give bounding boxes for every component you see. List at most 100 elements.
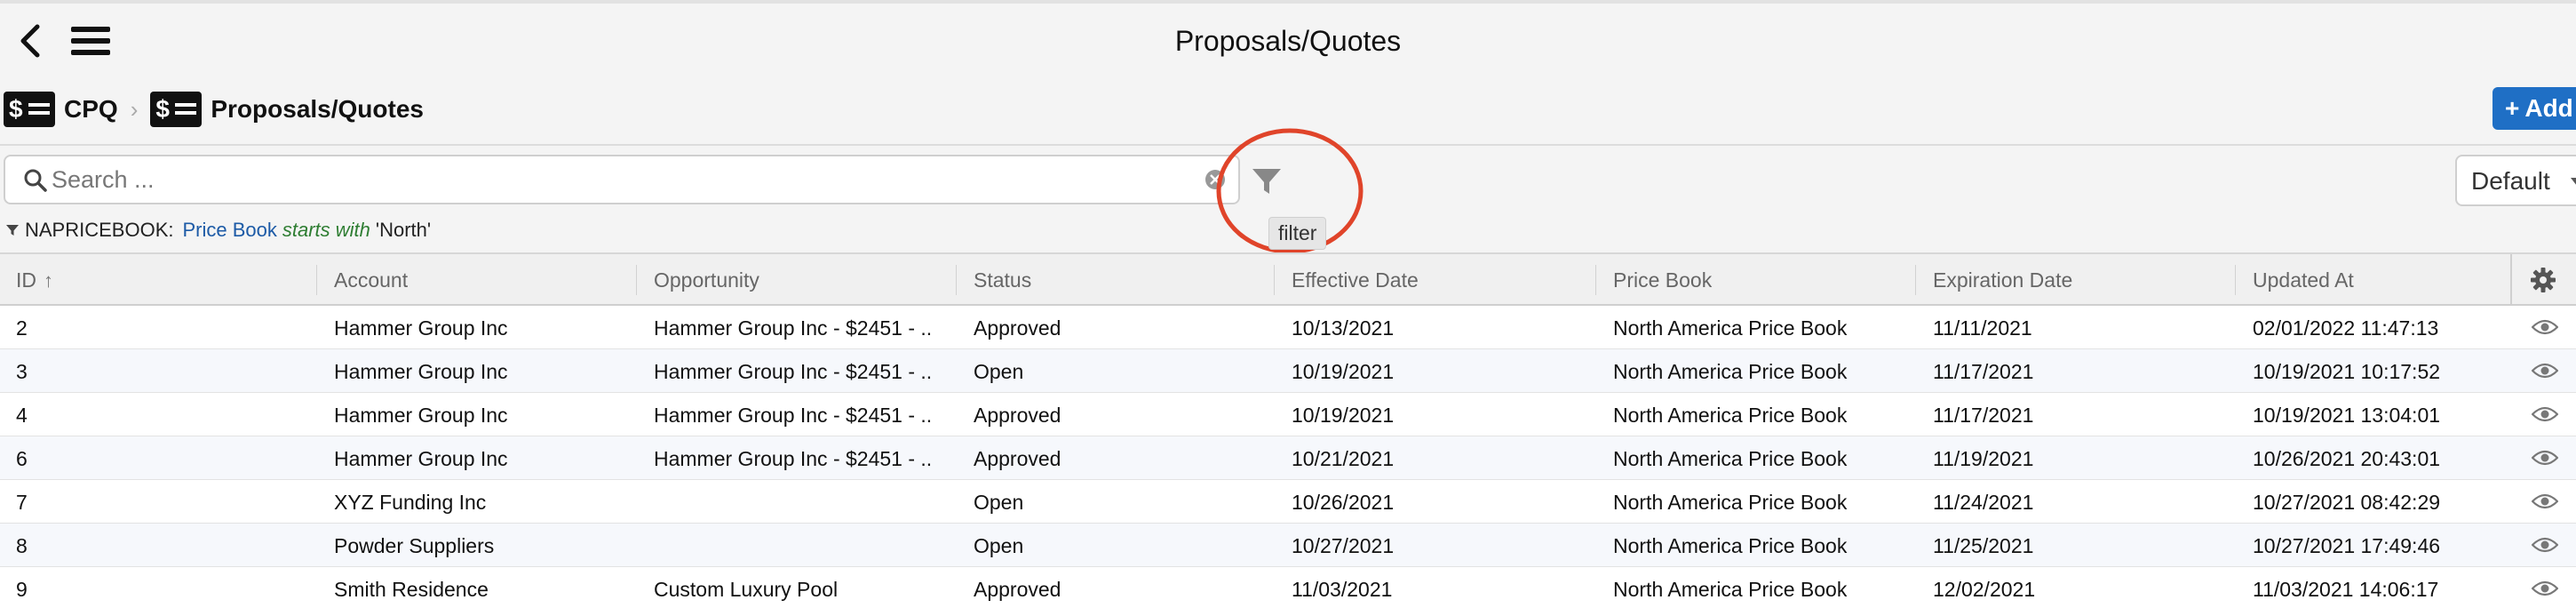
row-view-cell bbox=[2510, 436, 2576, 479]
column-separator bbox=[636, 265, 637, 295]
cell-price-book: North America Price Book bbox=[1613, 534, 1848, 557]
cell-expiration-date: 11/25/2021 bbox=[1933, 534, 2034, 557]
cell-opportunity: Custom Luxury Pool bbox=[654, 578, 839, 601]
column-separator bbox=[1274, 265, 1275, 295]
cell-status: Open bbox=[974, 534, 1024, 557]
row-view-cell bbox=[2510, 480, 2576, 523]
column-separator bbox=[2235, 265, 2236, 295]
search-input[interactable] bbox=[52, 162, 1162, 197]
breadcrumb-item-proposals[interactable]: Proposals/Quotes bbox=[211, 95, 424, 124]
cell-updated-at: 10/19/2021 10:17:52 bbox=[2253, 360, 2441, 383]
table-row[interactable]: 3 Hammer Group Inc Hammer Group Inc - $245… bbox=[0, 349, 2576, 393]
cell-account: Hammer Group Inc bbox=[334, 447, 508, 470]
column-separator bbox=[316, 265, 317, 295]
cell-account: Hammer Group Inc bbox=[334, 404, 508, 427]
cell-account: Hammer Group Inc bbox=[334, 316, 508, 340]
column-settings bbox=[2510, 254, 2576, 306]
cell-price-book: North America Price Book bbox=[1613, 578, 1848, 601]
add-button[interactable]: + Add bbox=[2493, 87, 2576, 130]
filter-value: 'North' bbox=[375, 219, 432, 241]
cell-id: 3 bbox=[16, 360, 28, 383]
cell-price-book: North America Price Book bbox=[1613, 360, 1848, 383]
caret-down-icon bbox=[2571, 178, 2576, 186]
cell-updated-at: 11/03/2021 14:06:17 bbox=[2253, 578, 2439, 601]
eye-icon[interactable] bbox=[2532, 580, 2558, 597]
funnel-icon bbox=[6, 225, 19, 236]
breadcrumb-separator-icon: › bbox=[130, 95, 139, 123]
table-header: ID ↑ Account Opportunity Status Effective… bbox=[0, 252, 2576, 306]
column-separator bbox=[1915, 265, 1916, 295]
row-view-cell bbox=[2510, 567, 2576, 608]
eye-icon[interactable] bbox=[2532, 405, 2558, 423]
column-separator bbox=[1595, 265, 1596, 295]
page-title: Proposals/Quotes bbox=[1174, 25, 1402, 57]
cell-opportunity bbox=[638, 524, 931, 566]
breadcrumb: $ CPQ › $ Proposals/Quotes bbox=[4, 87, 424, 132]
table-row[interactable]: 9 Smith Residence Custom Luxury Pool Approv… bbox=[0, 567, 2576, 608]
plus-icon: + bbox=[2505, 94, 2520, 122]
table-body: 2 Hammer Group Inc Hammer Group Inc - $245… bbox=[0, 306, 2576, 608]
row-view-cell bbox=[2510, 393, 2576, 436]
cell-status: Approved bbox=[974, 447, 1061, 470]
cell-account: Smith Residence bbox=[334, 578, 489, 601]
cell-effective-date: 10/26/2021 bbox=[1292, 491, 1395, 514]
cell-status: Open bbox=[974, 491, 1024, 514]
column-header-account[interactable]: Account bbox=[318, 254, 636, 306]
gear-icon[interactable] bbox=[2530, 267, 2556, 293]
cell-effective-date: 10/13/2021 bbox=[1292, 316, 1395, 340]
eye-icon[interactable] bbox=[2532, 492, 2558, 510]
cell-id: 8 bbox=[16, 534, 28, 557]
column-header-expiration-date[interactable]: Expiration Date bbox=[1917, 254, 2235, 306]
dollar-list-icon: $ bbox=[150, 92, 203, 127]
cell-status: Approved bbox=[974, 578, 1061, 601]
column-header-updated-at[interactable]: Updated At bbox=[2237, 254, 2510, 306]
cell-effective-date: 10/27/2021 bbox=[1292, 534, 1395, 557]
cell-status: Approved bbox=[974, 404, 1061, 427]
column-header-price-book[interactable]: Price Book bbox=[1597, 254, 1915, 306]
breadcrumb-item-cpq[interactable]: CPQ bbox=[64, 95, 118, 124]
cell-price-book: North America Price Book bbox=[1613, 404, 1848, 427]
cell-effective-date: 10/19/2021 bbox=[1292, 360, 1395, 383]
table-row[interactable]: 8 Powder Suppliers Open 10/27/2021 North Ame… bbox=[0, 524, 2576, 567]
column-separator bbox=[956, 265, 957, 295]
cell-opportunity: Hammer Group Inc - $2451 - ... bbox=[654, 316, 931, 340]
cell-id: 4 bbox=[16, 404, 28, 427]
view-select-value: Default bbox=[2471, 167, 2550, 195]
table-row[interactable]: 2 Hammer Group Inc Hammer Group Inc - $245… bbox=[0, 306, 2576, 349]
cell-expiration-date: 11/17/2021 bbox=[1933, 360, 2034, 383]
cell-opportunity: Hammer Group Inc - $2451 - ... bbox=[654, 447, 931, 470]
search-box[interactable] bbox=[4, 155, 1240, 204]
eye-icon[interactable] bbox=[2532, 318, 2558, 336]
cell-account: XYZ Funding Inc bbox=[334, 491, 487, 514]
cell-effective-date: 10/19/2021 bbox=[1292, 404, 1395, 427]
cell-updated-at: 10/27/2021 08:42:29 bbox=[2253, 491, 2441, 514]
cell-effective-date: 10/21/2021 bbox=[1292, 447, 1395, 470]
column-header-status[interactable]: Status bbox=[958, 254, 1274, 306]
cell-price-book: North America Price Book bbox=[1613, 447, 1848, 470]
eye-icon[interactable] bbox=[2532, 449, 2558, 467]
sort-ascending-icon: ↑ bbox=[44, 269, 53, 292]
cell-updated-at: 10/19/2021 13:04:01 bbox=[2253, 404, 2441, 427]
cell-opportunity: Hammer Group Inc - $2451 - ... bbox=[654, 404, 931, 427]
table-row[interactable]: 6 Hammer Group Inc Hammer Group Inc - $245… bbox=[0, 436, 2576, 480]
active-filter[interactable]: NAPRICEBOOK: Price Book starts with 'Nor… bbox=[5, 217, 431, 244]
add-button-label: Add bbox=[2524, 94, 2573, 122]
cell-updated-at: 10/27/2021 17:49:46 bbox=[2253, 534, 2441, 557]
eye-icon[interactable] bbox=[2532, 362, 2558, 380]
filter-field: NAPRICEBOOK: bbox=[25, 219, 174, 241]
view-select[interactable]: Default bbox=[2455, 155, 2576, 206]
table-row[interactable]: 4 Hammer Group Inc Hammer Group Inc - $245… bbox=[0, 393, 2576, 436]
filter-name: Price Book bbox=[182, 219, 277, 241]
cell-expiration-date: 11/17/2021 bbox=[1933, 404, 2034, 427]
column-header-effective-date[interactable]: Effective Date bbox=[1276, 254, 1595, 306]
dollar-list-icon: $ bbox=[4, 92, 55, 127]
cell-expiration-date: 11/11/2021 bbox=[1933, 316, 2032, 340]
cell-status: Approved bbox=[974, 316, 1061, 340]
column-header-id[interactable]: ID ↑ bbox=[0, 254, 316, 306]
cell-effective-date: 11/03/2021 bbox=[1292, 578, 1393, 601]
eye-icon[interactable] bbox=[2532, 536, 2558, 554]
column-header-opportunity[interactable]: Opportunity bbox=[638, 254, 956, 306]
table-row[interactable]: 7 XYZ Funding Inc Open 10/26/2021 North Amer… bbox=[0, 480, 2576, 524]
cell-account: Hammer Group Inc bbox=[334, 360, 508, 383]
cell-account: Powder Suppliers bbox=[334, 534, 495, 557]
